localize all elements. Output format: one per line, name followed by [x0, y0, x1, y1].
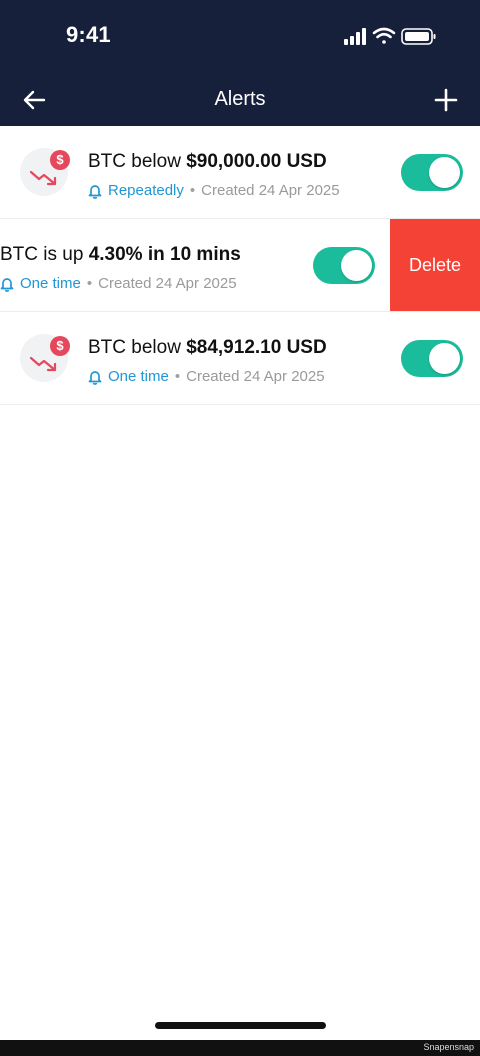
home-indicator[interactable] — [155, 1022, 326, 1029]
alert-meta: Repeatedly • Created 24 Apr 2025 — [88, 182, 340, 199]
alert-frequency: One time — [108, 368, 169, 385]
alert-row[interactable]: BTC is up 4.30% in 10 mins One time • Cr… — [0, 219, 480, 312]
alert-created-date: Created 24 Apr 2025 — [186, 368, 325, 385]
alert-created-date: Created 24 Apr 2025 — [98, 275, 237, 292]
toggle-knob — [429, 343, 460, 374]
status-time: 9:41 — [66, 22, 111, 47]
app-header: 9:41 Alerts — [0, 0, 480, 126]
battery-icon — [401, 28, 436, 45]
separator: • — [189, 182, 196, 199]
separator: • — [86, 275, 93, 292]
alert-title: BTC is up 4.30% in 10 mins — [0, 244, 241, 265]
signal-icon — [344, 28, 366, 45]
bell-icon — [88, 183, 102, 199]
add-alert-button[interactable] — [426, 80, 466, 120]
bell-icon — [88, 369, 102, 385]
toggle-knob — [429, 157, 460, 188]
alert-row-content: $ BTC below $90,000.00 USD Repeatedly • … — [0, 126, 480, 218]
delete-button[interactable]: Delete — [390, 219, 480, 311]
trend-down-icon — [29, 356, 57, 372]
dollar-badge-icon: $ — [50, 336, 70, 356]
alerts-list: $ BTC below $90,000.00 USD Repeatedly • … — [0, 126, 480, 405]
status-icons — [344, 27, 436, 45]
alert-row[interactable]: $ BTC below $90,000.00 USD Repeatedly • … — [0, 126, 480, 219]
alert-meta: One time • Created 24 Apr 2025 — [88, 368, 325, 385]
alert-frequency: One time — [20, 275, 81, 292]
plus-icon — [434, 88, 458, 112]
price-down-icon: $ — [20, 148, 70, 196]
alert-toggle[interactable] — [313, 247, 375, 284]
alert-meta: One time • Created 24 Apr 2025 — [0, 275, 237, 292]
bottom-bar — [0, 1040, 480, 1056]
watermark: Snapensnap — [423, 1042, 474, 1052]
alert-created-date: Created 24 Apr 2025 — [201, 182, 340, 199]
alert-frequency: Repeatedly — [108, 182, 184, 199]
toggle-knob — [341, 250, 372, 281]
alert-title: BTC below $90,000.00 USD — [88, 151, 327, 172]
alert-row[interactable]: $ BTC below $84,912.10 USD One time • Cr… — [0, 312, 480, 405]
price-down-icon: $ — [20, 334, 70, 382]
page-title: Alerts — [214, 88, 266, 110]
separator: • — [174, 368, 181, 385]
alert-title: BTC below $84,912.10 USD — [88, 337, 327, 358]
alert-toggle[interactable] — [401, 340, 463, 377]
wifi-icon — [372, 27, 396, 44]
bell-icon — [0, 276, 14, 292]
trend-down-icon — [29, 170, 57, 186]
alert-row-content: $ BTC below $84,912.10 USD One time • Cr… — [0, 312, 480, 404]
alert-toggle[interactable] — [401, 154, 463, 191]
alert-row-content: BTC is up 4.30% in 10 mins One time • Cr… — [0, 219, 392, 311]
dollar-badge-icon: $ — [50, 150, 70, 170]
